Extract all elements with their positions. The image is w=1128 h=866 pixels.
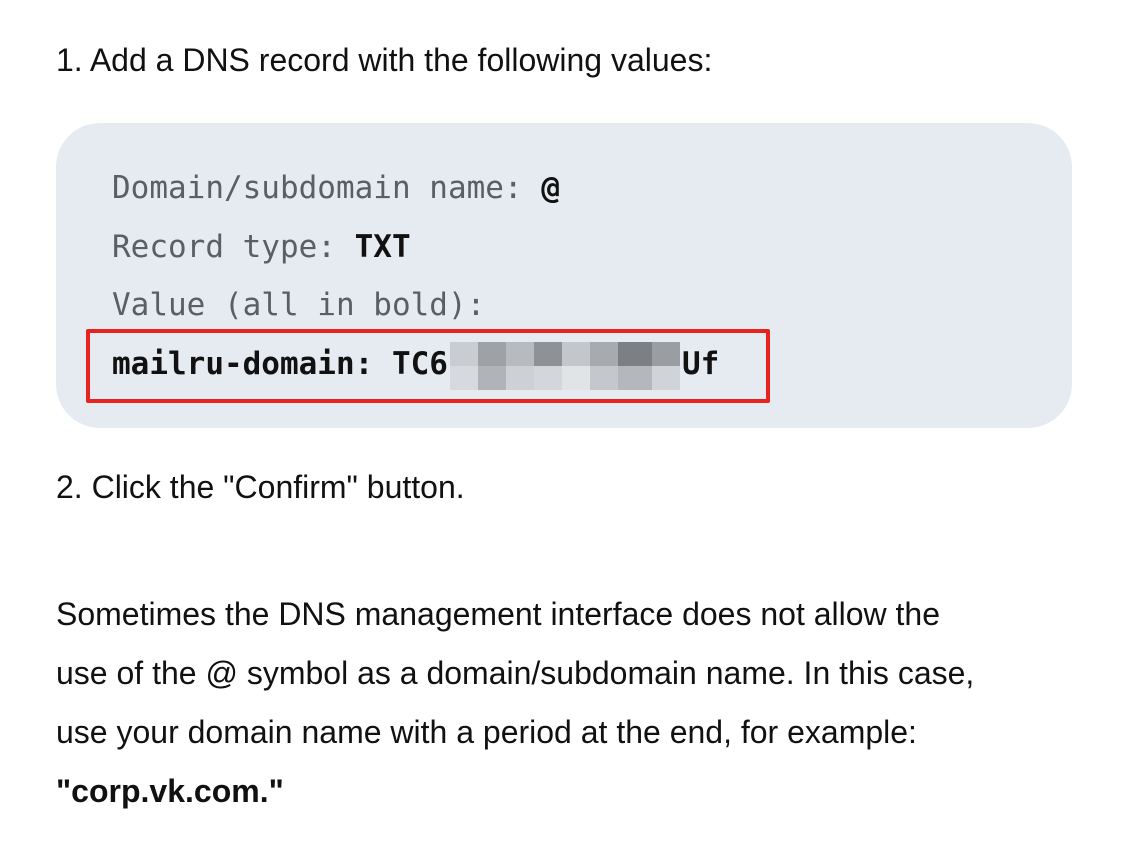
example-domain: "corp.vk.com." [56,773,284,809]
note-line-1: Sometimes the DNS management interface d… [56,596,941,632]
record-type-value: TXT [354,229,411,265]
domain-label: Domain/subdomain name: [112,170,542,206]
note-paragraph: Sometimes the DNS management interface d… [56,585,1096,821]
note-line-2: use of the @ symbol as a domain/subdomai… [56,655,975,691]
record-value-suffix: Uf [681,346,720,382]
record-value: mailru-domain: TC6 Uf [112,342,720,390]
domain-value: @ [541,170,560,206]
record-type-line: Record type: TXT [112,225,411,269]
domain-line: Domain/subdomain name: @ [112,166,560,210]
value-label-line: Value (all in bold): [112,283,485,327]
value-label: Value (all in bold): [112,287,486,323]
record-type-label: Record type: [112,229,355,265]
step-1-instruction: 1. Add a DNS record with the following v… [56,42,713,78]
note-line-3: use your domain name with a period at th… [56,714,917,750]
redacted-value-pixelation [449,342,680,390]
step-2-instruction: 2. Click the "Confirm" button. [56,469,465,505]
record-value-prefix: mailru-domain: TC6 [112,346,448,382]
